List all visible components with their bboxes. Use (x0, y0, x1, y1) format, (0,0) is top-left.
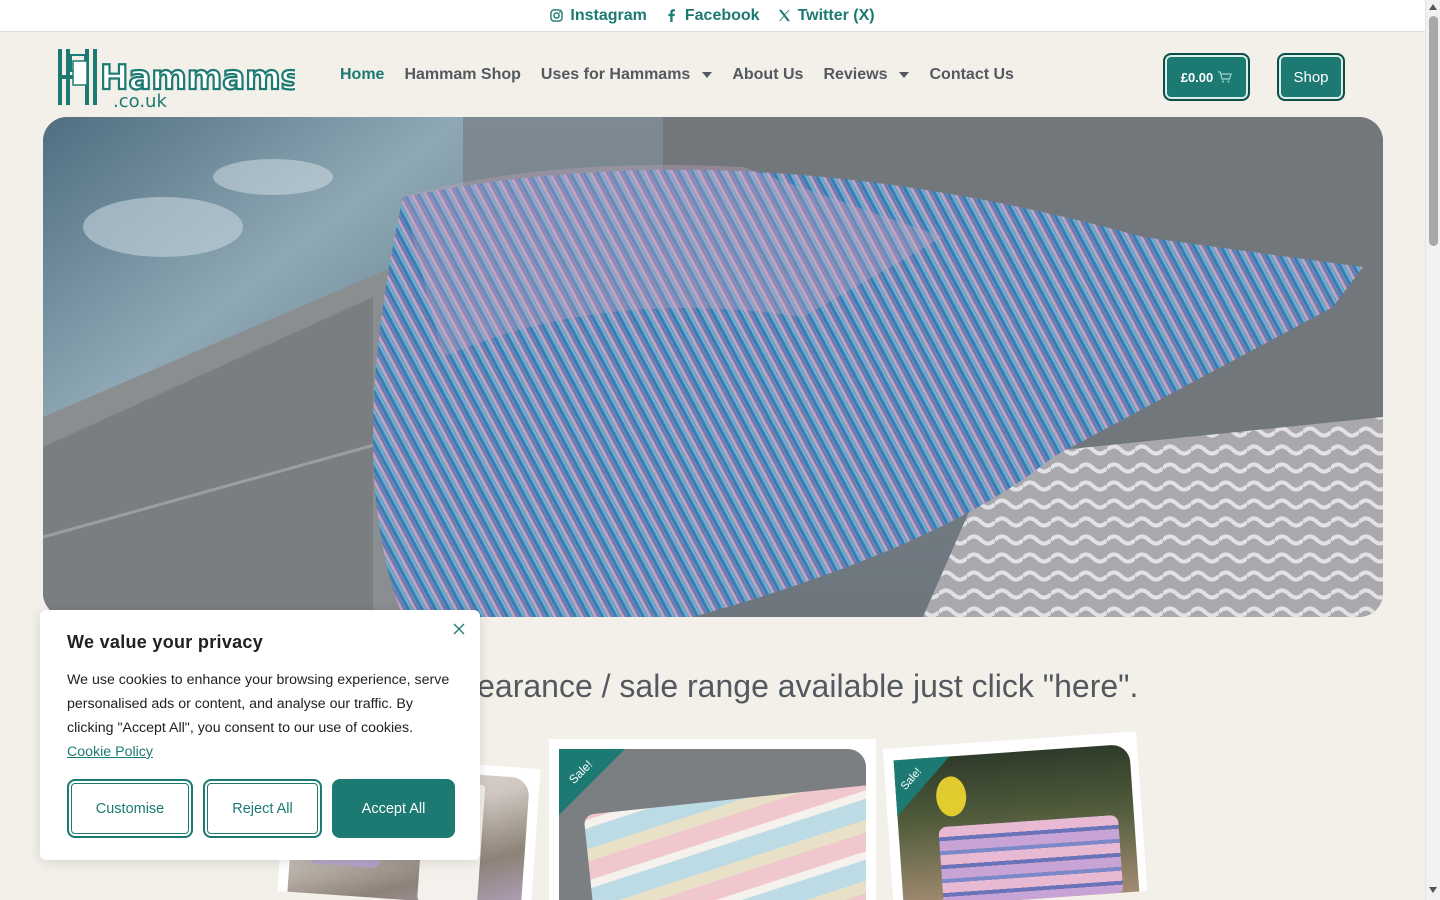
sale-ribbon (559, 749, 625, 815)
nav-hammam-shop-label: Hammam Shop (404, 66, 521, 83)
site-logo[interactable]: Hammams .co.uk (55, 45, 302, 112)
svg-text:.co.uk: .co.uk (113, 91, 167, 109)
cookie-body: We use cookies to enhance your browsing … (67, 668, 453, 764)
twitter-label: Twitter (X) (797, 6, 875, 24)
reject-all-button[interactable]: Reject All (203, 779, 322, 838)
nav-uses-label: Uses for Hammams (540, 66, 691, 83)
scroll-up-arrow[interactable] (1429, 4, 1437, 10)
site-header: Hammams .co.uk Home Hammam Shop Uses for… (0, 32, 1425, 118)
cookie-consent-banner: We value your privacy We use cookies to … (40, 610, 480, 860)
social-bar: Instagram Facebook Twitter (X) (0, 0, 1425, 32)
nav-contact-label: Contact Us (929, 66, 1014, 83)
cookie-buttons: Customise Reject All Accept All (67, 779, 455, 838)
chevron-down-icon[interactable] (702, 72, 713, 78)
cookie-policy-link[interactable]: Cookie Policy (67, 744, 153, 760)
nav-home[interactable]: Home (340, 66, 384, 84)
cookie-title: We value your privacy (67, 632, 264, 652)
scroll-down-arrow[interactable] (1429, 887, 1437, 893)
cart-total: £0.00 (1180, 69, 1214, 85)
chevron-down-icon[interactable] (899, 72, 910, 78)
scroll-thumb[interactable] (1429, 16, 1438, 246)
accept-all-button[interactable]: Accept All (332, 779, 455, 838)
product-card[interactable]: Sale! (549, 739, 876, 900)
cookie-body-text: We use cookies to enhance your browsing … (67, 672, 450, 736)
page-scrollbar[interactable] (1425, 0, 1440, 900)
nav-reviews-label: Reviews (823, 66, 888, 83)
instagram-link[interactable]: Instagram (550, 6, 647, 25)
hero-image (43, 117, 1383, 617)
cart-icon (1218, 71, 1233, 83)
cart-button[interactable]: £0.00 (1163, 53, 1250, 101)
nav-reviews[interactable]: Reviews (823, 66, 910, 84)
facebook-link[interactable]: Facebook (665, 7, 760, 25)
shop-button[interactable]: Shop (1277, 53, 1345, 101)
nav-uses-for-hammams[interactable]: Uses for Hammams (540, 66, 713, 84)
sale-headline[interactable]: learance / sale range available just cli… (470, 668, 1230, 705)
nav-hammam-shop[interactable]: Hammam Shop (404, 66, 520, 84)
x-twitter-icon (778, 9, 790, 22)
facebook-icon (668, 9, 675, 22)
facebook-label: Facebook (684, 6, 760, 24)
nav-about-label: About Us (732, 66, 804, 83)
main-nav: Home Hammam Shop Uses for Hammams About … (340, 66, 1014, 84)
nav-home-label: Home (340, 66, 385, 83)
instagram-icon (550, 9, 564, 22)
nav-about-us[interactable]: About Us (732, 66, 803, 84)
customise-button[interactable]: Customise (67, 779, 193, 838)
twitter-link[interactable]: Twitter (X) (778, 7, 875, 25)
product-card[interactable]: Sale! (882, 731, 1148, 900)
close-icon[interactable] (452, 622, 466, 636)
instagram-label: Instagram (570, 6, 647, 24)
nav-contact-us[interactable]: Contact Us (929, 66, 1013, 84)
